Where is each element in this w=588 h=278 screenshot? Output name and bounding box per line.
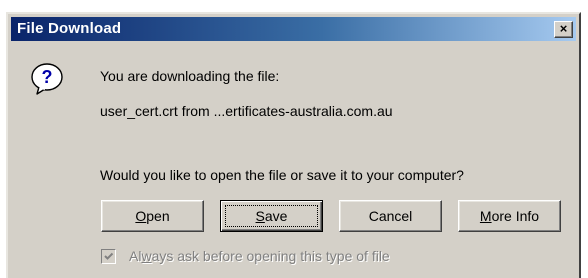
open-label-rest: pen <box>146 208 170 224</box>
always-ask-label: Always ask before opening this type of f… <box>129 248 390 264</box>
file-download-dialog: File Download × ? You are downloading th… <box>6 12 581 278</box>
checkmark-icon <box>104 252 114 260</box>
question-glyph: ? <box>42 67 53 87</box>
close-button[interactable]: × <box>554 21 573 38</box>
open-mnemonic: O <box>135 208 147 224</box>
always-ask-mnemonic: w <box>141 248 152 264</box>
always-ask-checkbox[interactable] <box>101 249 116 264</box>
cancel-label: Cancel <box>368 208 413 224</box>
downloading-message: You are downloading the file: <box>100 68 280 84</box>
always-ask-label-prefix: Al <box>129 248 142 264</box>
close-icon: × <box>559 21 568 36</box>
open-button[interactable]: Open <box>101 200 204 232</box>
title-bar[interactable]: File Download × <box>11 17 576 41</box>
more-info-label-rest: ore Info <box>491 208 540 224</box>
dialog-title: File Download <box>17 20 122 37</box>
always-ask-label-rest: ays ask before opening this type of file <box>151 248 390 264</box>
cancel-button[interactable]: Cancel <box>339 200 442 232</box>
save-button[interactable]: Save <box>220 200 323 232</box>
more-info-button[interactable]: More Info <box>458 200 561 232</box>
more-info-mnemonic: M <box>479 208 492 224</box>
open-or-save-prompt: Would you like to open the file or save … <box>100 167 464 183</box>
file-source-text: user_cert.crt from ...ertificates-austra… <box>100 103 393 119</box>
focus-rectangle <box>225 205 318 227</box>
question-icon: ? <box>31 63 63 95</box>
